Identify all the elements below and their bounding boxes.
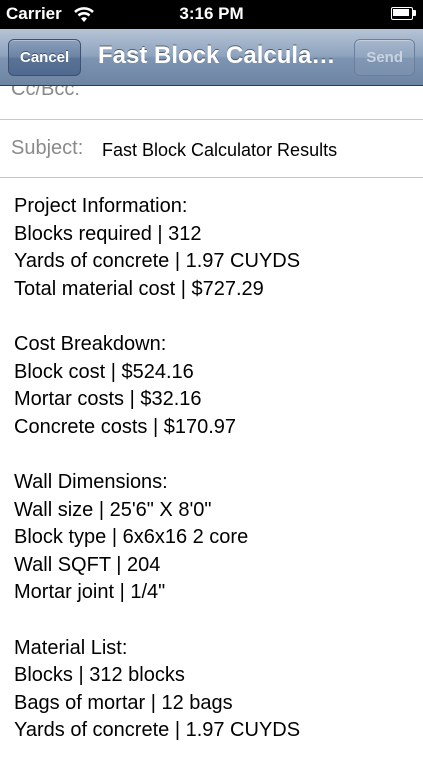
section-heading: Material List: — [14, 636, 128, 659]
body-line: Yards of concrete | 1.97 CUYDS — [14, 719, 301, 742]
body-section-project-info: Project Information: Blocks required | 3… — [14, 193, 414, 303]
navigation-bar: Cancel Fast Block Calculator Send — [0, 29, 423, 86]
section-heading: Project Information: — [14, 195, 188, 217]
body-section-material-list: Material List: Blocks | 312 blocks Bags … — [14, 635, 414, 745]
body-section-wall-dimensions: Wall Dimensions: Wall size | 25'6" X 8'0… — [14, 469, 414, 607]
subject-label: Subject: — [11, 137, 84, 159]
cancel-button[interactable]: Cancel — [8, 39, 82, 76]
page-title: Fast Block Calculator — [98, 42, 343, 69]
message-body[interactable]: Project Information: Blocks required | 3… — [14, 193, 414, 772]
body-line: Mortar costs | $32.16 — [14, 388, 202, 411]
body-line: Block type | 6x6x16 2 core — [14, 526, 249, 549]
body-line: Yards of concrete | 1.97 CUYDS — [14, 250, 301, 273]
body-line: Blocks required | 312 — [14, 222, 202, 245]
status-bar: Carrier 3:16 PM — [0, 0, 423, 29]
subject-value[interactable]: Fast Block Calculator Results — [102, 140, 337, 161]
status-time: 3:16 PM — [179, 4, 244, 23]
subject-field[interactable]: Subject: Fast Block Calculator Results — [0, 120, 423, 178]
body-line: Block cost | $524.16 — [14, 360, 194, 383]
body-line: Mortar joint | 1/4" — [14, 581, 166, 604]
body-line: Concrete costs | $170.97 — [14, 415, 236, 438]
send-button[interactable]: Send — [354, 39, 415, 76]
body-line: Wall SQFT | 204 — [14, 553, 161, 576]
section-heading: Cost Breakdown: — [14, 332, 167, 355]
cc-bcc-field[interactable]: Cc/Bcc: — [0, 86, 423, 120]
body-section-cost-breakdown: Cost Breakdown: Block cost | $524.16 Mor… — [14, 331, 414, 441]
cc-bcc-label: Cc/Bcc: — [11, 86, 80, 100]
section-heading: Wall Dimensions: — [14, 470, 168, 493]
body-line: Blocks | 312 blocks — [14, 664, 185, 687]
body-line: Bags of mortar | 12 bags — [14, 691, 233, 714]
battery-icon — [391, 7, 417, 20]
body-line: Wall size | 25'6" X 8'0" — [14, 498, 212, 521]
body-line: Total material cost | $727.29 — [14, 277, 264, 300]
